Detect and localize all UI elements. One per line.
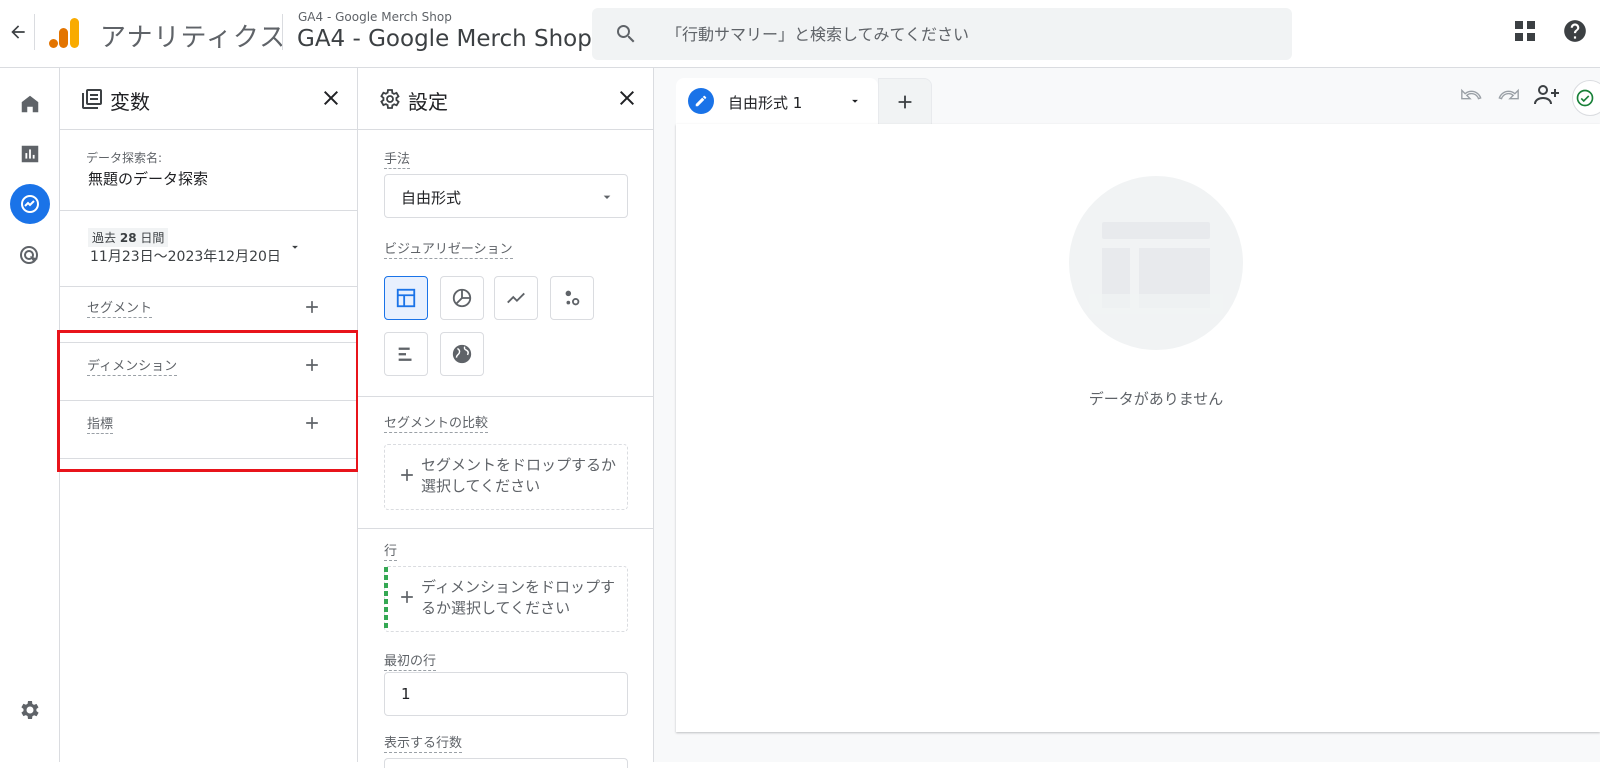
search-icon [614, 22, 638, 46]
add-metric-plus-icon[interactable] [302, 413, 322, 433]
rows-drop-text: ディメンションをドロップするか選択してください [421, 578, 615, 617]
technique-select[interactable]: 自由形式 [384, 174, 628, 218]
settings-panel-title: 設定 [408, 90, 448, 114]
viz-bar-chart-icon[interactable] [384, 332, 428, 376]
search-input[interactable] [666, 8, 1266, 60]
segment-compare-label: セグメントの比較 [384, 412, 489, 433]
left-navigation [0, 68, 60, 762]
plus-icon [397, 465, 417, 485]
nav-reports-icon[interactable] [10, 134, 50, 174]
search-bar[interactable] [592, 8, 1292, 60]
viz-table-icon[interactable] [384, 276, 428, 320]
nav-home-icon[interactable] [10, 84, 50, 124]
variables-panel-header: 変数 [60, 68, 357, 130]
apps-grid-icon[interactable] [1514, 20, 1536, 42]
plus-icon [397, 587, 417, 607]
settings-panel: 設定 手法 自由形式 ビジュアリゼーション セグメントの比較 セグメントをドロッ… [358, 68, 654, 768]
dimensions-label: ディメンション [87, 355, 178, 376]
variables-list-icon [80, 87, 104, 111]
divider [60, 400, 357, 401]
property-selector[interactable]: GA4 - Google Merch Shop [297, 26, 592, 52]
tab-freeform-1[interactable]: 自由形式 1 [676, 78, 878, 124]
date-range-selector[interactable]: 11月23日～2023年12月20日 [90, 246, 281, 266]
header-divider [282, 14, 283, 50]
technique-value: 自由形式 [401, 189, 462, 207]
first-row-label: 最初の行 [384, 650, 437, 671]
divider [60, 286, 357, 287]
variables-panel: 変数 データ探索名: 無題のデータ探索 過去 28 日間 11月23日～2023… [60, 68, 358, 762]
show-rows-input[interactable] [384, 758, 628, 768]
variables-panel-title: 変数 [110, 90, 150, 114]
plus-icon [898, 95, 912, 108]
rows-label: 行 [384, 540, 398, 561]
app-title: アナリティクス [100, 23, 287, 53]
divider [358, 528, 653, 529]
date-chip-prefix: 過去 [92, 231, 117, 245]
gear-icon [378, 87, 402, 111]
technique-label: 手法 [384, 148, 411, 169]
show-rows-label: 表示する行数 [384, 732, 463, 753]
close-icon[interactable] [319, 86, 343, 110]
add-tab-button[interactable] [878, 78, 932, 124]
segment-drop-zone[interactable]: セグメントをドロップするか選択してください [384, 444, 628, 510]
saved-check-icon[interactable] [1572, 80, 1600, 116]
divider [60, 458, 357, 459]
divider [60, 210, 357, 211]
nav-admin-gear-icon[interactable] [10, 690, 50, 730]
add-dimension-plus-icon[interactable] [302, 355, 322, 375]
drop-target-indicator [384, 567, 388, 631]
chevron-down-icon[interactable] [848, 94, 862, 108]
pencil-edit-icon[interactable] [688, 88, 714, 114]
settings-panel-header: 設定 [358, 68, 653, 130]
rows-drop-zone[interactable]: ディメンションをドロップするか選択してください [384, 566, 628, 632]
viz-geo-map-globe-icon[interactable] [440, 332, 484, 376]
metrics-label: 指標 [87, 413, 114, 434]
top-app-bar: アナリティクス GA4 - Google Merch Shop GA4 - Go… [0, 0, 1600, 68]
empty-state-illustration [1069, 176, 1243, 350]
nav-advertising-icon[interactable] [10, 236, 50, 276]
divider [358, 396, 653, 397]
header-divider [34, 14, 35, 50]
back-arrow-icon[interactable] [4, 18, 32, 46]
first-row-input[interactable] [384, 672, 628, 716]
help-icon[interactable] [1562, 18, 1588, 44]
no-data-text: データがありません [1088, 390, 1224, 408]
segment-drop-text: セグメントをドロップするか選択してください [421, 456, 617, 495]
tab-label: 自由形式 1 [728, 94, 803, 112]
redo-icon[interactable] [1498, 84, 1520, 106]
viz-scatter-plot-icon[interactable] [550, 276, 594, 320]
viz-line-chart-icon[interactable] [494, 276, 538, 320]
chevron-down-icon[interactable] [288, 240, 302, 254]
chevron-down-icon [599, 189, 615, 205]
date-chip-suffix: 日間 [140, 231, 165, 245]
close-icon[interactable] [615, 86, 639, 110]
share-add-person-icon[interactable] [1534, 84, 1560, 106]
viz-donut-chart-icon[interactable] [440, 276, 484, 320]
divider [60, 342, 357, 343]
analytics-logo-icon[interactable] [48, 16, 82, 50]
explore-name-field[interactable]: 無題のデータ探索 [88, 168, 208, 189]
explore-name-label: データ探索名: [86, 151, 163, 165]
segments-label: セグメント [87, 297, 153, 318]
visualization-label: ビジュアリゼーション [384, 238, 513, 259]
property-account-label[interactable]: GA4 - Google Merch Shop [298, 10, 452, 24]
date-range-chip: 過去 28 日間 [88, 228, 169, 247]
undo-icon[interactable] [1460, 84, 1482, 106]
date-chip-number: 28 [119, 231, 137, 245]
nav-explore-icon[interactable] [10, 184, 50, 224]
add-segment-plus-icon[interactable] [302, 297, 322, 317]
